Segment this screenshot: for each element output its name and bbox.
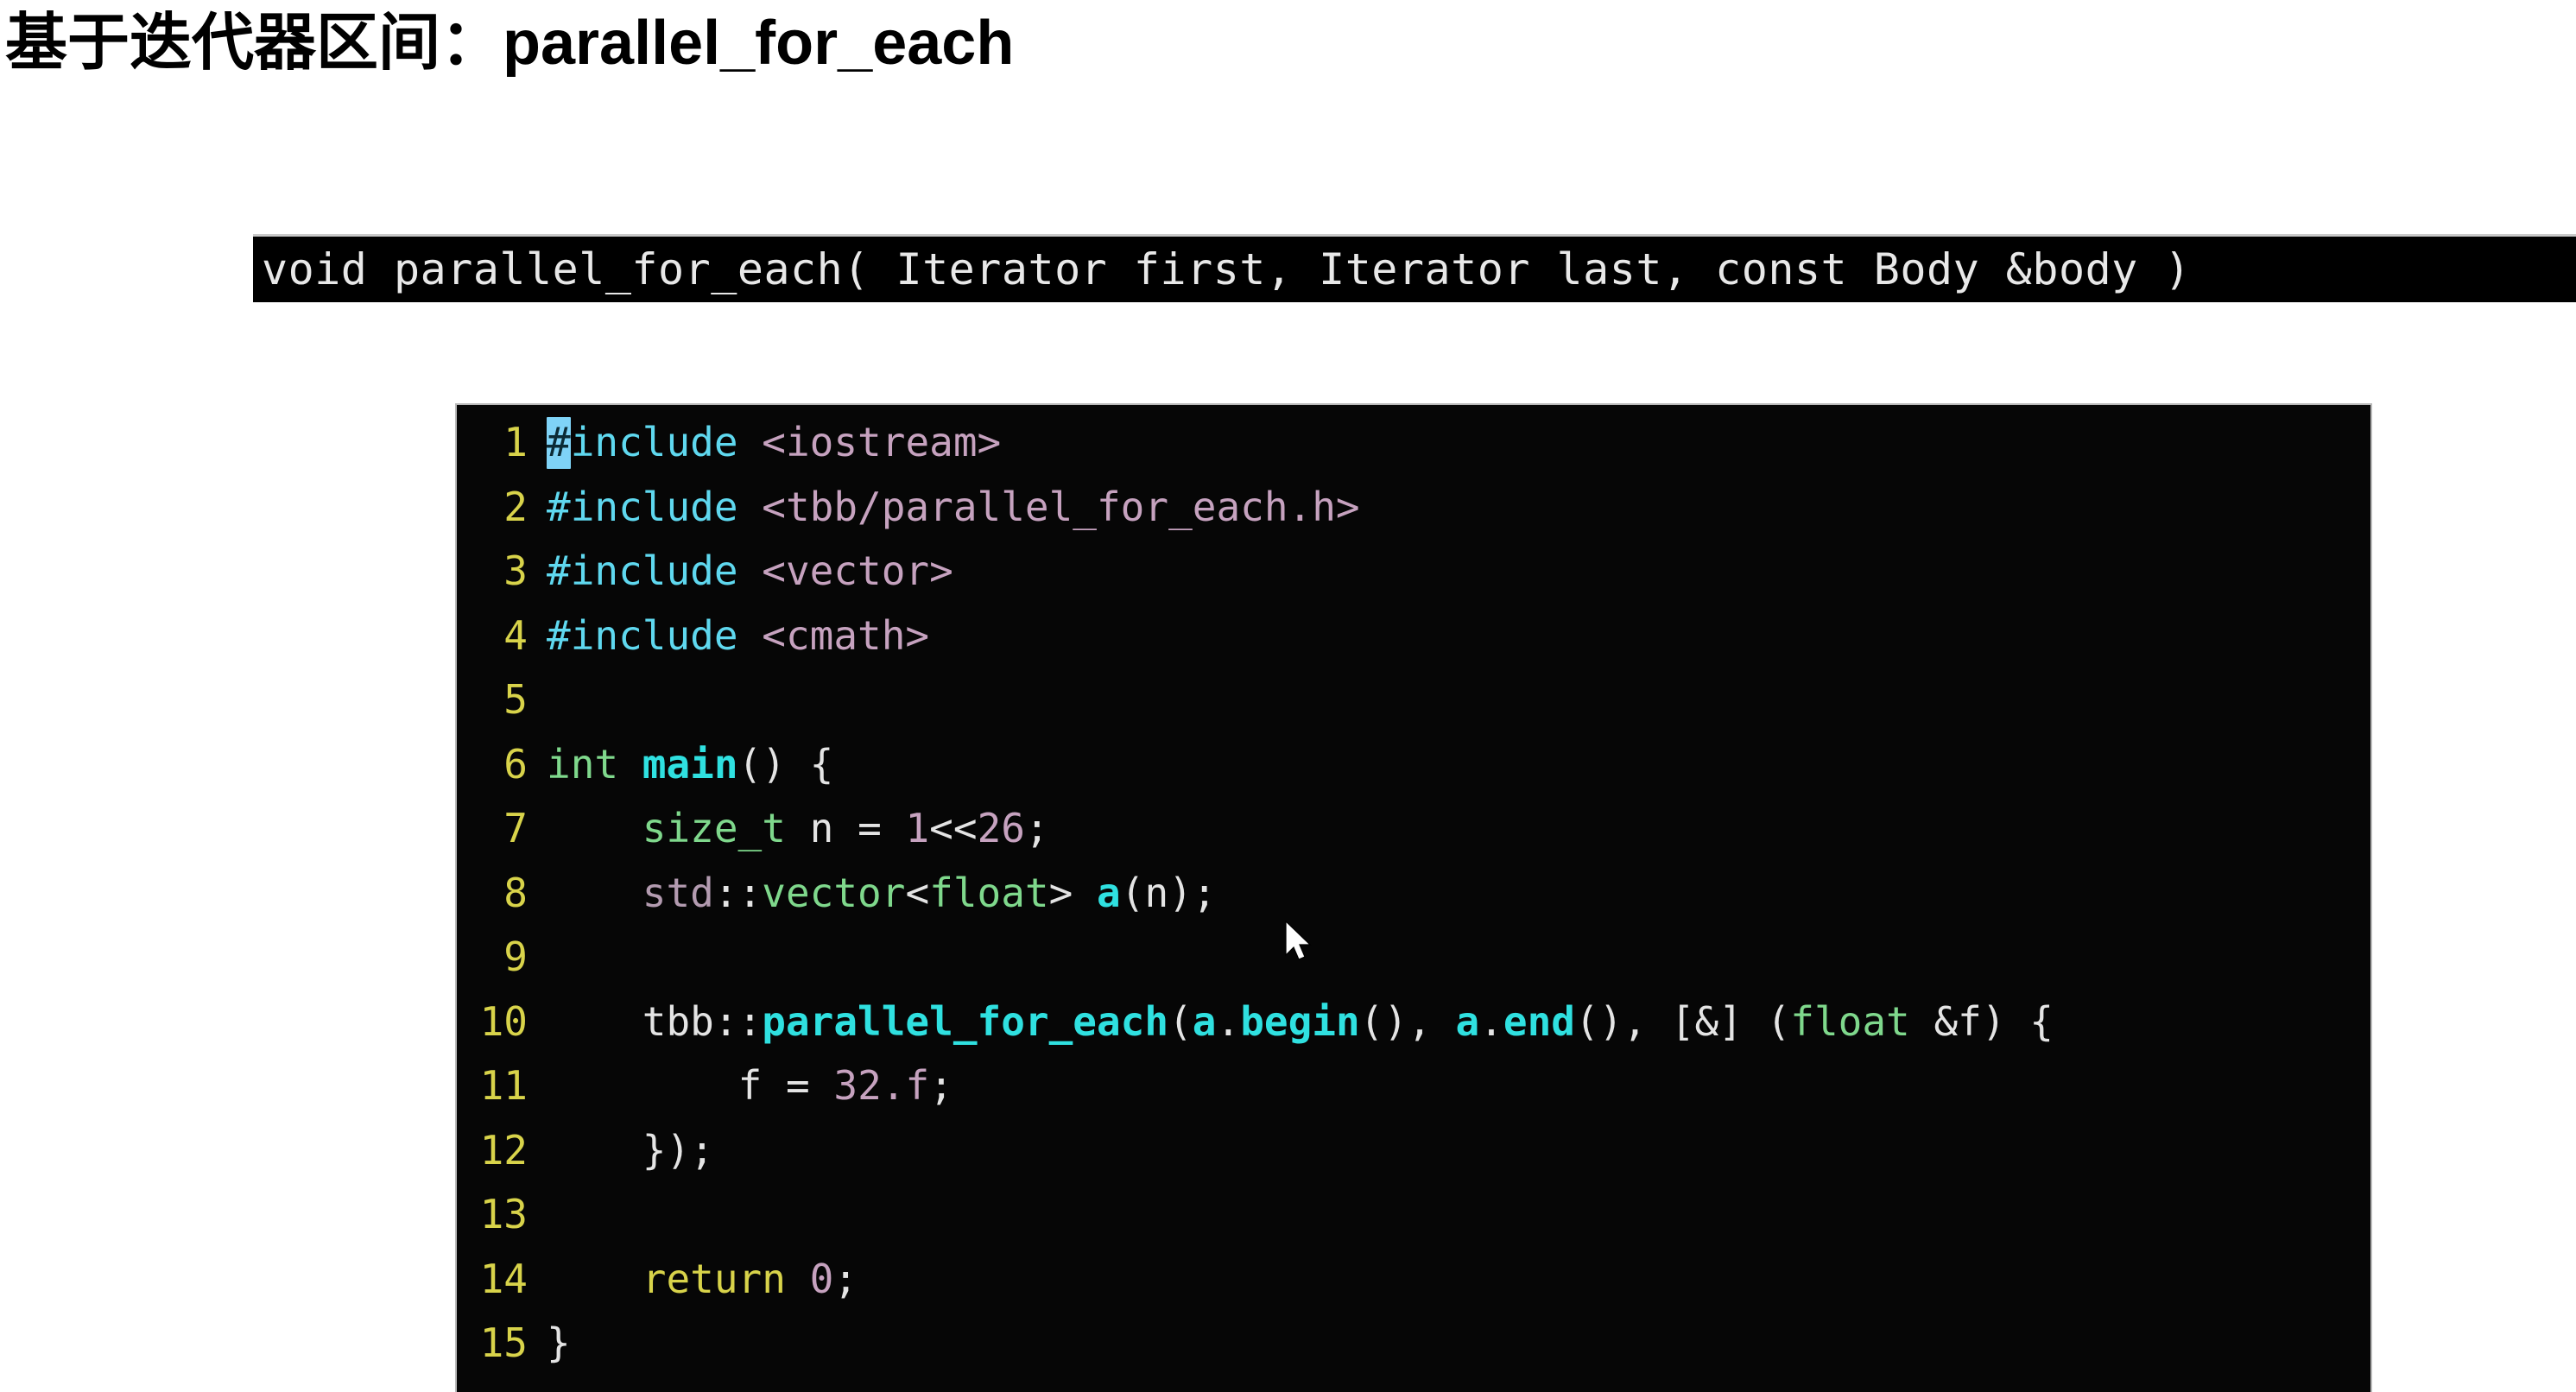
code-line-text: #include <vector> <box>547 547 953 594</box>
code-line-text: } <box>547 1319 571 1366</box>
code-line-text: return 0; <box>642 1255 858 1302</box>
code-line[interactable]: 1 #include <iostream> <box>457 410 2370 475</box>
code-line[interactable]: 15} <box>457 1311 2370 1376</box>
function-signature-band: void parallel_for_each( Iterator first, … <box>253 237 2576 302</box>
code-line[interactable]: 9 <box>457 925 2370 990</box>
code-line-number: 13 <box>479 1191 528 1237</box>
code-line-text: #include <tbb/parallel_for_each.h> <box>547 483 1360 530</box>
code-line-number: 9 <box>503 933 528 980</box>
code-line-text: f = 32.f; <box>737 1062 953 1109</box>
code-line[interactable]: 7 size_t n = 1<<26; <box>457 796 2370 861</box>
code-editor[interactable]: 1 #include <iostream> 2 #include <tbb/paral… <box>455 403 2372 1392</box>
code-line[interactable]: 8 std::vector<float> a(n); <box>457 861 2370 926</box>
code-line-number: 3 <box>503 547 528 594</box>
function-signature-text: void parallel_for_each( Iterator first, … <box>262 244 2191 294</box>
code-line[interactable]: 11 f = 32.f; <box>457 1053 2370 1118</box>
code-editor-lines: 1 #include <iostream> 2 #include <tbb/paral… <box>457 410 2370 1376</box>
code-line[interactable]: 5 <box>457 668 2370 732</box>
code-line-text: }); <box>642 1126 714 1174</box>
code-line[interactable]: 13 <box>457 1182 2370 1247</box>
code-line-text: tbb::parallel_for_each(a.begin(), a.end(… <box>642 997 2054 1045</box>
code-line[interactable]: 4 #include <cmath> <box>457 604 2370 668</box>
code-line[interactable]: 6 int main() { <box>457 732 2370 797</box>
code-line-text: #include <cmath> <box>547 611 930 659</box>
code-line-text: size_t n = 1<<26; <box>642 805 1049 851</box>
code-line[interactable]: 14 return 0; <box>457 1247 2370 1312</box>
code-line[interactable]: 10 tbb::parallel_for_each(a.begin(), a.e… <box>457 990 2370 1054</box>
code-line[interactable]: 3 #include <vector> <box>457 539 2370 604</box>
code-line[interactable]: 12 }); <box>457 1118 2370 1183</box>
page-title: 基于迭代器区间：parallel_for_each <box>5 9 1015 78</box>
code-line-number: 10 <box>479 997 528 1045</box>
code-line-number: 1 <box>503 419 528 465</box>
code-line-number: 12 <box>479 1126 528 1174</box>
code-line-number: 6 <box>503 740 528 788</box>
code-line-number: 2 <box>503 483 528 530</box>
code-line-text: std::vector<float> a(n); <box>642 869 1217 916</box>
code-line-number: 7 <box>503 805 528 851</box>
code-line-number: 11 <box>479 1062 528 1109</box>
code-line-number: 5 <box>503 676 528 723</box>
code-line-number: 4 <box>503 611 528 659</box>
code-line-number: 8 <box>503 869 528 916</box>
code-line-number: 15 <box>479 1319 528 1366</box>
code-line-number: 14 <box>479 1255 528 1302</box>
text-cursor: # <box>547 417 571 469</box>
code-line-text: #include <iostream> <box>547 410 1001 475</box>
code-line[interactable]: 2 #include <tbb/parallel_for_each.h> <box>457 475 2370 540</box>
code-line-text: int main() { <box>547 740 834 788</box>
